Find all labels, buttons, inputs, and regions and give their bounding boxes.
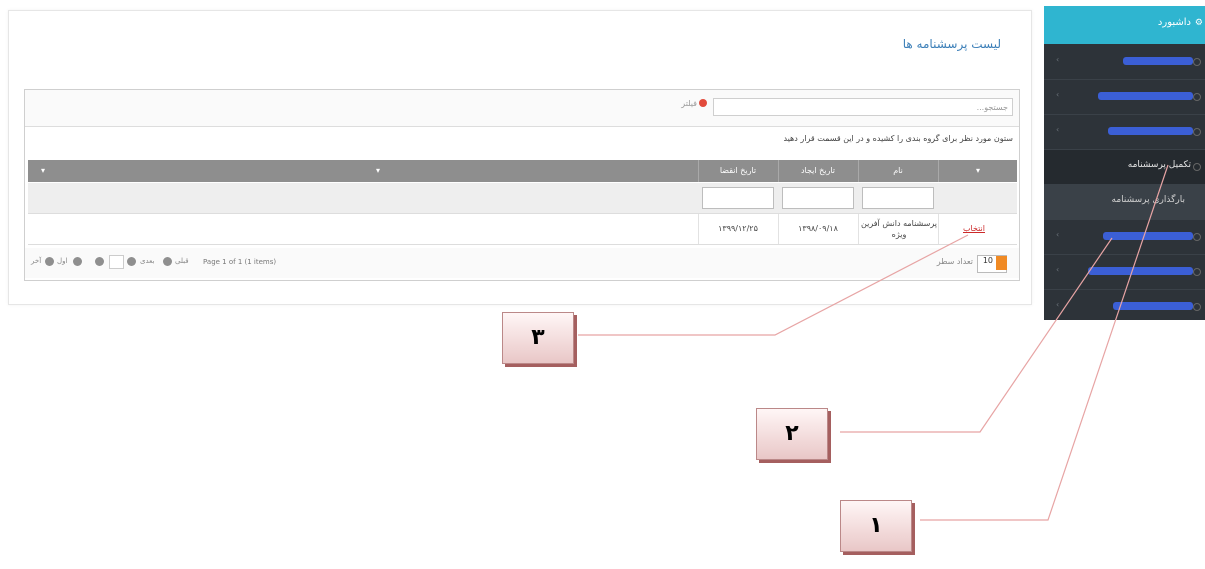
callout-line-3 (578, 234, 969, 336)
callout-2: ۲ (756, 408, 828, 460)
callout-1: ۱ (840, 500, 912, 552)
callout-line-1 (920, 164, 1169, 521)
annotation-lines (578, 164, 1169, 521)
callout-line-2 (840, 237, 1113, 433)
callout-3: ۳ (502, 312, 574, 364)
